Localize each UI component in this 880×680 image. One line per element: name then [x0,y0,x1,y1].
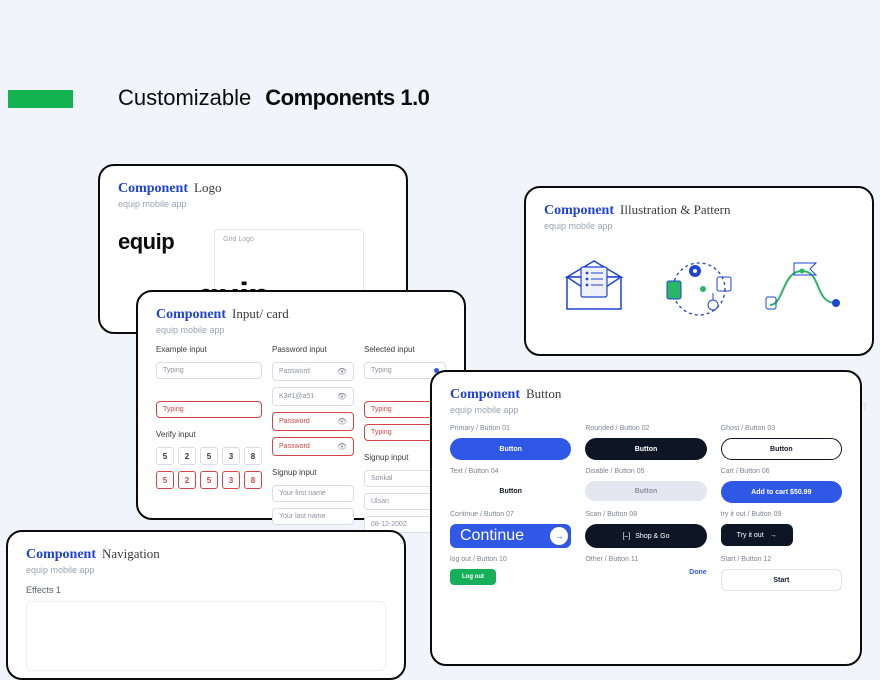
effects-box [26,601,386,671]
cart-button[interactable]: Add to cart $50.99 [721,481,842,503]
signup-f1[interactable]: Your first name [272,485,354,502]
component-label: Component [156,307,226,323]
text-button[interactable]: Button [450,481,571,501]
panel-button: Component Button equip mobile app Primar… [430,370,862,666]
btn-title-10: log out / Button 10 [450,556,571,563]
disabled-button: Button [585,481,706,501]
ghost-button[interactable]: Button [721,438,842,460]
illustration-path [758,247,850,327]
panel-subtitle: Logo [194,180,221,196]
col-title-password: Password input [272,345,354,354]
panel-subtitle: Illustration & Pattern [620,202,730,218]
eye-icon[interactable]: 👁 [337,367,347,376]
col-title-selected: Selected input [364,345,446,354]
btn-title-11: Other / Button 11 [585,556,706,563]
app-label: equip mobile app [544,221,854,231]
arrow-right-icon: → [550,527,568,545]
verify-row-2[interactable]: 5 2 5 3 8 [156,471,262,489]
eye-icon[interactable]: 👁 [337,442,347,451]
component-label: Component [118,181,188,197]
eye-icon[interactable]: 👁 [337,392,347,401]
rounded-button[interactable]: Button [585,438,706,460]
start-button[interactable]: Start [721,569,842,591]
illustration-envelope [548,247,640,327]
panel-subtitle: Navigation [102,546,160,562]
scan-icon: [‒] [622,533,630,540]
input-password-2[interactable]: K3#1@a51👁 [272,387,354,406]
btn-title-07: Continue / Button 07 [450,511,571,518]
col-title-example: Example input [156,345,262,354]
btn-title-12: Start / Button 12 [721,556,842,563]
verify-row-1[interactable]: 5 2 5 3 8 [156,447,262,465]
panel-subtitle: Button [526,386,561,402]
try-button[interactable]: Try it out → [721,524,793,546]
app-label: equip mobile app [118,199,388,209]
eye-icon[interactable]: 👁 [337,417,347,426]
btn-title-05: Disable / Button 05 [585,468,706,475]
title-bold: Components 1.0 [265,85,429,111]
scan-button[interactable]: [‒] Shop & Go [585,524,706,548]
btn-title-04: Text / Button 04 [450,468,571,475]
verify-title: Verify input [156,430,262,439]
input-password-3[interactable]: Password👁 [272,412,354,431]
continue-button[interactable]: Continue → [450,524,571,548]
app-label: equip mobile app [26,565,386,575]
panel-input: Component Input/ card equip mobile app E… [136,290,466,520]
signup-title: Signup input [272,468,354,477]
btn-title-02: Rounded / Button 02 [585,425,706,432]
panel-navigation: Component Navigation equip mobile app Ef… [6,530,406,680]
effects-label: Effects 1 [26,585,386,595]
accent-bar [8,90,73,108]
input-password-1[interactable]: Password👁 [272,362,354,381]
btn-title-08: Scan / Button 08 [585,511,706,518]
app-label: equip mobile app [450,405,842,415]
logo-grid-label: Grid Logo [223,236,254,243]
panel-subtitle: Input/ card [232,306,289,322]
component-label: Component [544,203,614,219]
component-label: Component [26,547,96,563]
btn-title-03: Ghost / Button 03 [721,425,842,432]
app-label: equip mobile app [156,325,446,335]
page-title: Customizable Components 1.0 [118,85,429,111]
illustration-delivery [653,247,745,327]
title-light: Customizable [118,85,251,111]
signup-f2[interactable]: Your last name [272,508,354,525]
panel-illustration: Component Illustration & Pattern equip m… [524,186,874,356]
btn-title-01: Primary / Button 01 [450,425,571,432]
btn-title-06: Cart / Button 06 [721,468,842,475]
component-label: Component [450,387,520,403]
done-link[interactable]: Done [585,569,706,576]
input-password-4[interactable]: Password👁 [272,437,354,456]
primary-button[interactable]: Button [450,438,571,460]
btn-title-09: try it out / Button 09 [721,511,842,518]
input-example-1[interactable]: Typing [156,362,262,379]
input-example-err[interactable]: Typing [156,401,262,418]
logout-button[interactable]: Log out [450,569,496,585]
arrow-right-icon: → [770,532,777,539]
